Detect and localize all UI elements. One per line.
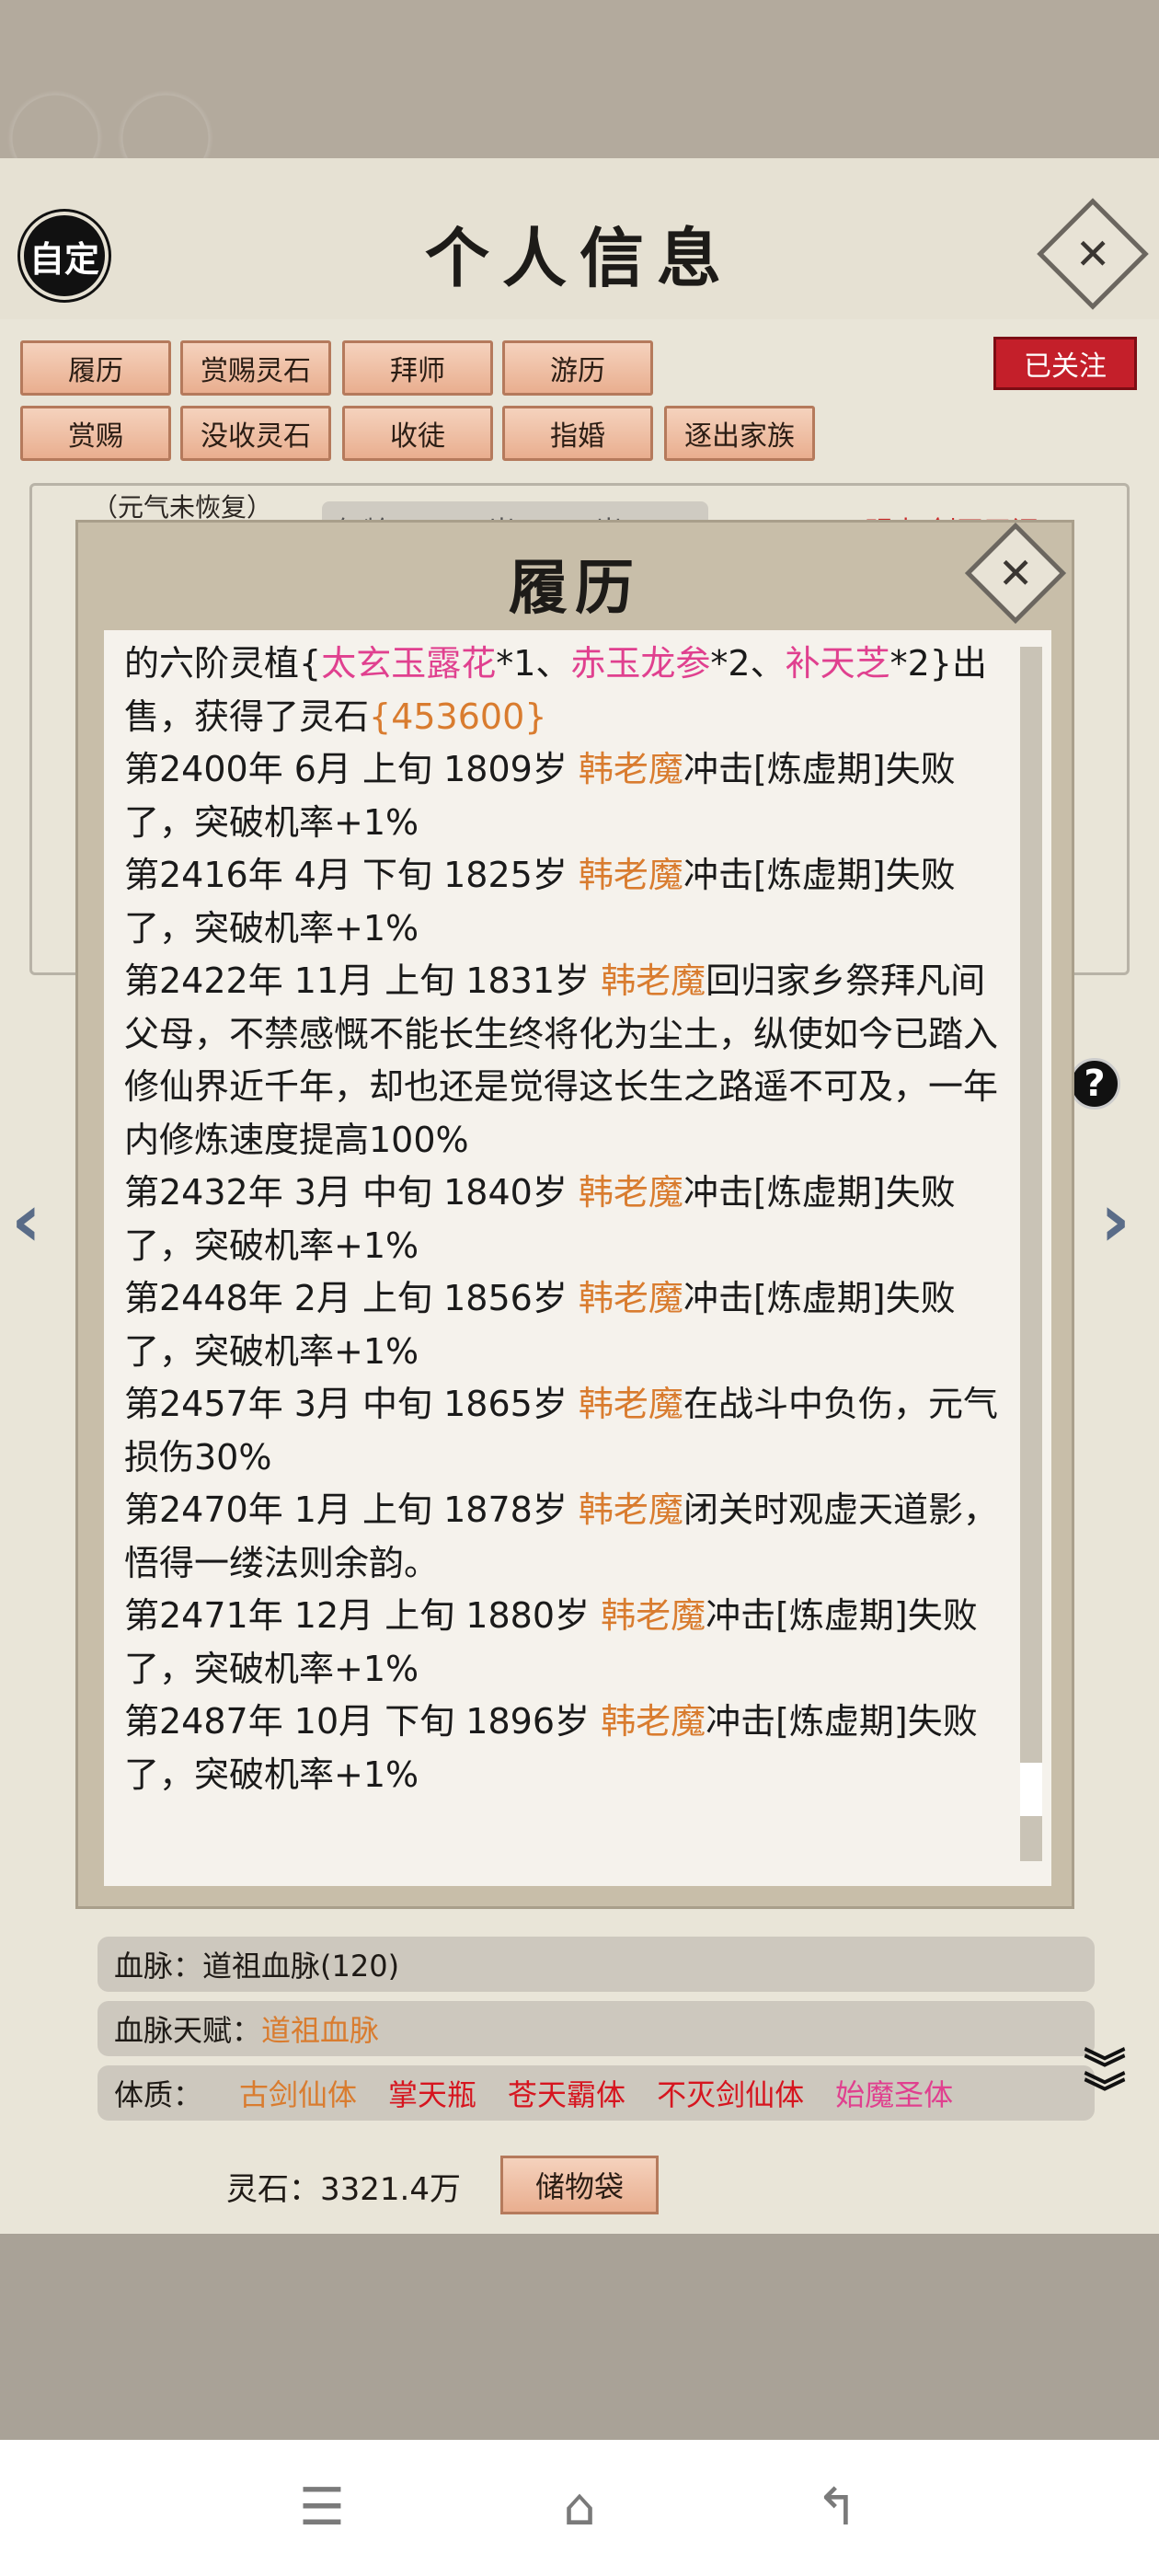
history-entry: 第2448年 2月 上旬 1856岁 韩老魔冲击[炼虚期]失败了，突破机率+1% xyxy=(124,1272,1012,1378)
highlight-text: 韩老魔 xyxy=(601,960,706,1001)
history-log[interactable]: 的六阶灵植{太玄玉露花*1、赤玉龙参*2、补天芝*2}出售，获得了灵石{4536… xyxy=(104,630,1051,1886)
highlight-text: 韩老魔 xyxy=(578,1278,683,1318)
history-entry: 第2457年 3月 中旬 1865岁 韩老魔在战斗中负伤，元气损伤30% xyxy=(124,1378,1012,1484)
entry-text: 第2471年 12月 上旬 1880岁 xyxy=(124,1595,602,1636)
highlight-text: 补天芝 xyxy=(785,643,890,684)
physique-row: 体质： 古剑仙体 掌天瓶 苍天霸体 不灭剑仙体 始魔圣体 xyxy=(98,2065,1095,2121)
history-entry: 第2487年 10月 下旬 1896岁 韩老魔冲击[炼虚期]失败了，突破机率+1… xyxy=(124,1696,1012,1801)
highlight-text: 太玄玉露花 xyxy=(321,643,497,684)
help-icon[interactable]: ? xyxy=(1069,1058,1120,1110)
expel-family-button[interactable]: 逐出家族 xyxy=(664,406,815,461)
bloodline-value: 道祖血脉(120) xyxy=(202,1949,400,1984)
entry-text: 第2400年 6月 上旬 1809岁 xyxy=(124,749,579,789)
history-entry: 第2400年 6月 上旬 1809岁 韩老魔冲击[炼虚期]失败了，突破机率+1% xyxy=(124,743,1012,849)
bottom-backdrop xyxy=(0,2234,1159,2440)
highlight-text: 韩老魔 xyxy=(601,1701,706,1742)
spirit-stone-count: 灵石：3321.4万 xyxy=(226,2171,461,2208)
physique-item[interactable]: 苍天霸体 xyxy=(508,2072,625,2114)
highlight-text: {453600} xyxy=(369,696,547,737)
history-button[interactable]: 履历 xyxy=(20,340,171,396)
highlight-text: 韩老魔 xyxy=(578,855,683,895)
apprentice-to-button[interactable]: 拜师 xyxy=(342,340,493,396)
page-title: 个人信息 xyxy=(425,220,734,296)
bloodline-talent-row: 血脉天赋： 道祖血脉 xyxy=(98,2001,1095,2056)
highlight-text: 赤玉龙参 xyxy=(570,643,711,684)
arrange-marriage-button[interactable]: 指婚 xyxy=(502,406,653,461)
entry-text: 第2422年 11月 上旬 1831岁 xyxy=(124,960,602,1001)
modal-title: 履历 xyxy=(509,554,641,623)
top-decoration xyxy=(0,0,1159,158)
history-entry: 第2471年 12月 上旬 1880岁 韩老魔冲击[炼虚期]失败了，突破机率+1… xyxy=(124,1590,1012,1696)
entry-text: 第2470年 1月 上旬 1878岁 xyxy=(124,1489,579,1530)
physique-item[interactable]: 掌天瓶 xyxy=(388,2072,476,2114)
custom-badge-button[interactable]: 自定 xyxy=(20,212,109,300)
expand-down-icon[interactable]: ︾ ︾ xyxy=(1084,2048,1126,2114)
talent-value[interactable]: 道祖血脉 xyxy=(261,2007,379,2050)
prev-arrow-icon[interactable]: ‹ xyxy=(11,1178,41,1263)
highlight-text: 韩老魔 xyxy=(578,1489,683,1530)
history-entry: 的六阶灵植{太玄玉露花*1、赤玉龙参*2、补天芝*2}出售，获得了灵石{4536… xyxy=(124,638,1012,743)
talent-label: 血脉天赋： xyxy=(114,2013,262,2048)
physique-item[interactable]: 不灭剑仙体 xyxy=(657,2072,804,2114)
entry-text: 第2432年 3月 中旬 1840岁 xyxy=(124,1172,579,1213)
reward-button[interactable]: 赏赐 xyxy=(20,406,171,461)
entry-text: 的六阶灵植{ xyxy=(124,643,322,684)
history-entry: 第2432年 3月 中旬 1840岁 韩老魔冲击[炼虚期]失败了，突破机率+1% xyxy=(124,1167,1012,1272)
home-icon[interactable]: ⌂ xyxy=(543,2475,616,2539)
history-modal: 履历 ✕ 的六阶灵植{太玄玉露花*1、赤玉龙参*2、补天芝*2}出售，获得了灵石… xyxy=(75,520,1074,1909)
highlight-text: 韩老魔 xyxy=(578,1172,683,1213)
travel-button[interactable]: 游历 xyxy=(502,340,653,396)
confiscate-stones-button[interactable]: 没收灵石 xyxy=(180,406,331,461)
menu-icon[interactable]: ☰ xyxy=(285,2475,359,2539)
back-icon[interactable]: ↰ xyxy=(800,2475,874,2539)
highlight-text: 韩老魔 xyxy=(601,1595,706,1636)
entry-text: 第2487年 10月 下旬 1896岁 xyxy=(124,1701,602,1742)
highlight-text: 韩老魔 xyxy=(578,749,683,789)
close-icon: ✕ xyxy=(1074,228,1111,279)
entry-text: *2、 xyxy=(710,643,786,684)
scrollbar-thumb[interactable] xyxy=(1020,1763,1042,1816)
take-disciple-button[interactable]: 收徒 xyxy=(342,406,493,461)
entry-text: 第2416年 4月 下旬 1825岁 xyxy=(124,855,579,895)
physique-item[interactable]: 始魔圣体 xyxy=(835,2072,953,2114)
next-arrow-icon[interactable]: › xyxy=(1100,1178,1130,1263)
close-icon: ✕ xyxy=(997,547,1034,598)
qi-status-note: （元气未恢复） xyxy=(92,492,273,523)
followed-button[interactable]: 已关注 xyxy=(993,337,1137,390)
entry-text: 第2457年 3月 中旬 1865岁 xyxy=(124,1384,579,1424)
physique-label: 体质： xyxy=(114,2077,203,2112)
highlight-text: 韩老魔 xyxy=(578,1384,683,1424)
entry-text: *1、 xyxy=(496,643,571,684)
scrollbar[interactable] xyxy=(1020,647,1042,1861)
reward-stones-button[interactable]: 赏赐灵石 xyxy=(180,340,331,396)
bloodline-row: 血脉： 道祖血脉(120) xyxy=(98,1937,1095,1992)
history-entry: 第2422年 11月 上旬 1831岁 韩老魔回归家乡祭拜凡间父母，不禁感慨不能… xyxy=(124,955,1012,1167)
history-entries: 的六阶灵植{太玄玉露花*1、赤玉龙参*2、补天芝*2}出售，获得了灵石{4536… xyxy=(124,638,1012,1801)
history-entry: 第2416年 4月 下旬 1825岁 韩老魔冲击[炼虚期]失败了，突破机率+1% xyxy=(124,849,1012,955)
physique-item[interactable]: 古剑仙体 xyxy=(239,2072,357,2114)
entry-text: 第2448年 2月 上旬 1856岁 xyxy=(124,1278,579,1318)
bloodline-label: 血脉： xyxy=(114,1949,203,1984)
history-entry: 第2470年 1月 上旬 1878岁 韩老魔闭关时观虚天道影，悟得一缕法则余韵。 xyxy=(124,1484,1012,1590)
storage-bag-button[interactable]: 储物袋 xyxy=(500,2156,659,2214)
